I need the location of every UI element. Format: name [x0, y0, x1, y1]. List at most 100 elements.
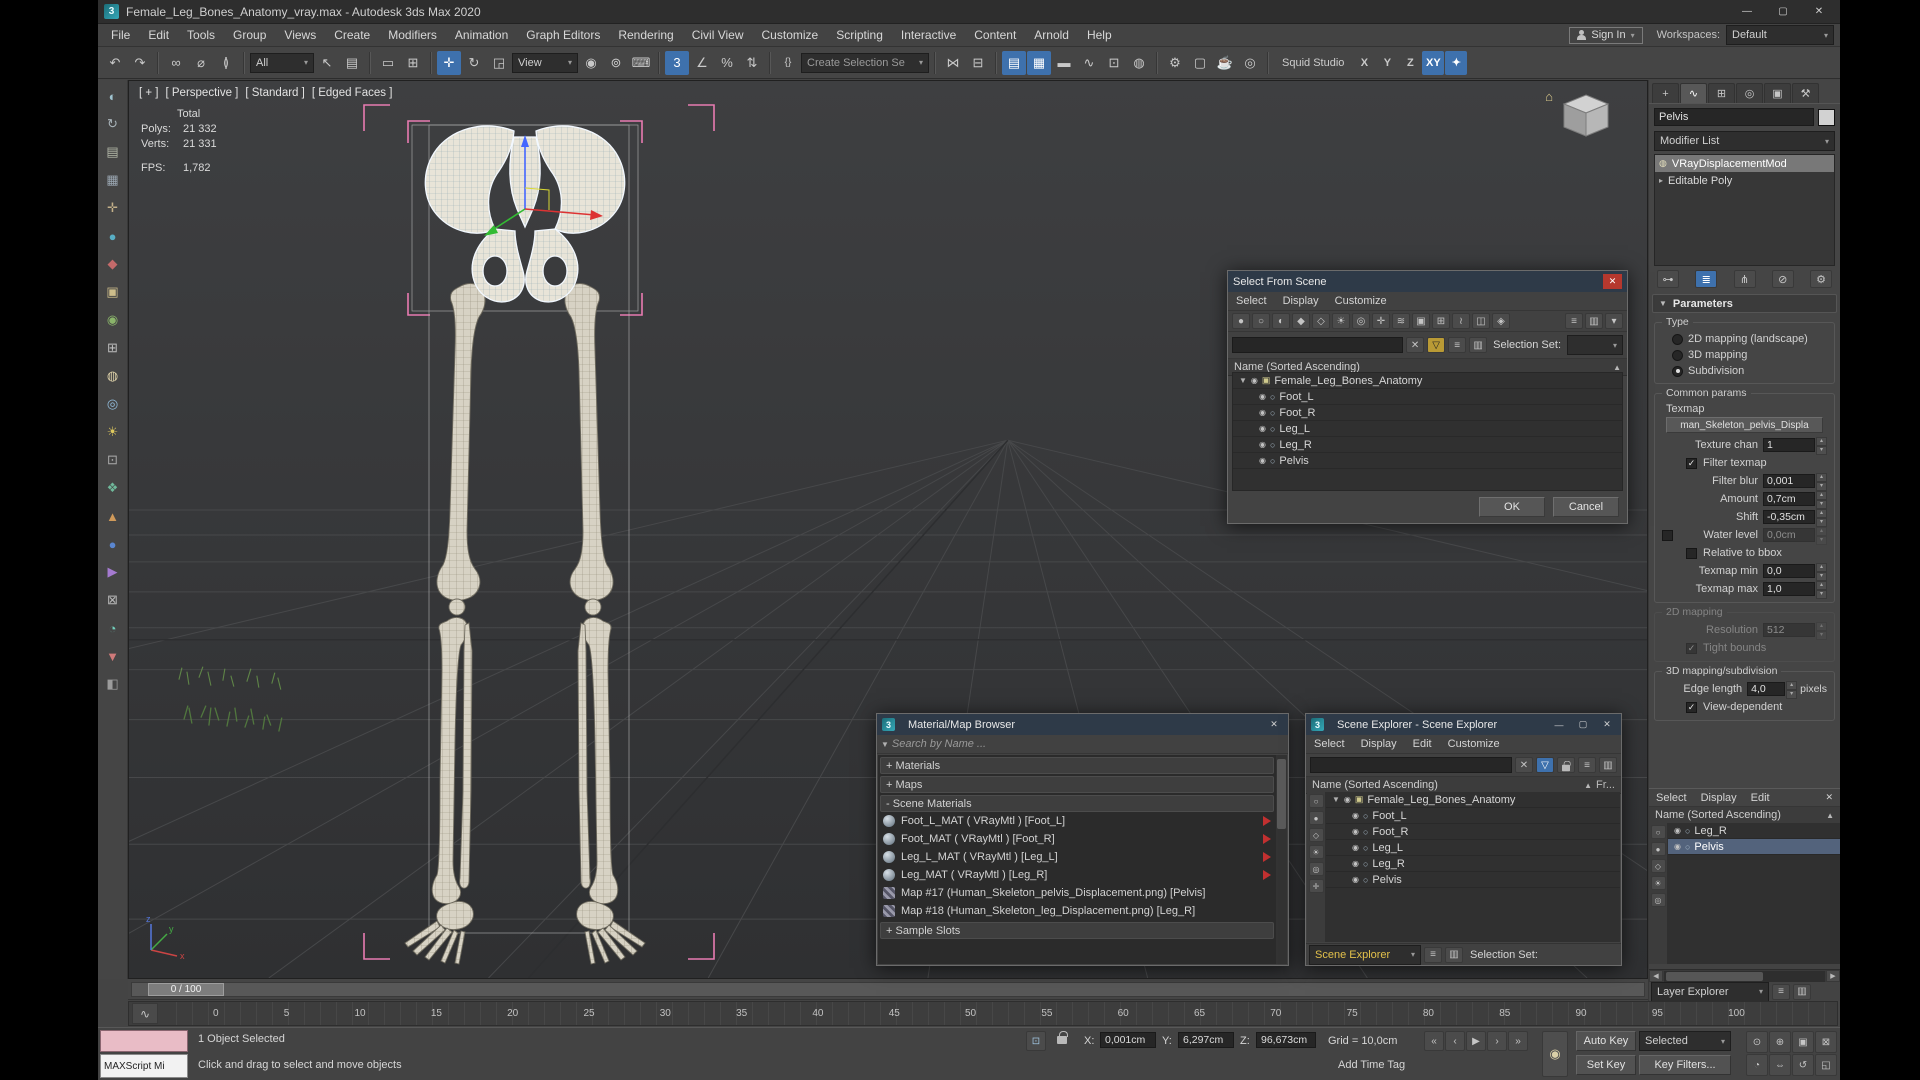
material-browser-titlebar[interactable]: 3 Material/Map Browser ✕ — [877, 714, 1288, 735]
rendered-frame-window-icon[interactable]: ▢ — [1188, 51, 1212, 75]
maxscript-macro-recorder[interactable] — [100, 1030, 188, 1052]
zoom-all-icon[interactable]: ⊕ — [1769, 1031, 1791, 1053]
left-tool-half-icon[interactable]: ◧ — [102, 673, 124, 695]
maximize-icon[interactable]: ▢ — [1574, 717, 1592, 732]
visibility-eye-icon[interactable]: ◉ — [1259, 408, 1266, 417]
sfs-menu-display[interactable]: Display — [1275, 295, 1327, 307]
axis-x-button[interactable]: X — [1353, 51, 1375, 75]
keyboard-override-icon[interactable]: ⌨ — [629, 51, 653, 75]
layer-object-row[interactable]: ◉ ○ Leg_R — [1668, 823, 1840, 839]
close-icon[interactable]: ✕ — [1265, 717, 1283, 732]
water-level-checkbox[interactable]: ✓ — [1662, 529, 1673, 541]
left-tool-star-icon[interactable]: ❖ — [102, 477, 124, 499]
sfs-list-view-icon[interactable]: ≡ — [1448, 337, 1467, 353]
view-dependent-checkbox[interactable]: ✓ View-dependent — [1658, 698, 1831, 716]
display-containers-icon[interactable]: ◫ — [1472, 313, 1490, 329]
expand-icon[interactable]: ▸ — [1659, 176, 1663, 185]
display-none-icon[interactable]: ○ — [1252, 313, 1270, 329]
undo-icon[interactable]: ↶ — [103, 51, 127, 75]
dock-display-none-icon[interactable]: ○ — [1650, 825, 1666, 839]
left-tool-dot-icon[interactable]: ● — [102, 533, 124, 555]
axis-xy-button[interactable]: XY — [1422, 50, 1445, 75]
visibility-eye-icon[interactable]: ◉ — [1259, 424, 1266, 433]
object-color-swatch[interactable] — [1818, 108, 1835, 126]
use-pivot-center-icon[interactable]: ◉ — [579, 51, 603, 75]
scene-materials-section-header[interactable]: - Scene Materials — [880, 795, 1274, 812]
menu-item[interactable]: Tools — [178, 24, 224, 46]
redo-icon[interactable]: ↷ — [128, 51, 152, 75]
se-sync-selection-icon[interactable]: ≡ — [1578, 757, 1596, 773]
render-iterative-icon[interactable]: ◎ — [1238, 51, 1262, 75]
display-shapes-icon[interactable]: ◇ — [1312, 313, 1330, 329]
zoom-icon[interactable]: ⊙ — [1746, 1031, 1768, 1053]
mirror-icon[interactable]: ⋈ — [941, 51, 965, 75]
visibility-eye-icon[interactable]: ◉ — [1352, 811, 1359, 820]
display-all-icon[interactable]: ● — [1232, 313, 1250, 329]
viewport-menu-shading[interactable]: [ Standard ] — [245, 87, 304, 99]
sfs-selection-set-combo[interactable]: ▾ — [1567, 335, 1623, 355]
toggle-layer-explorer-icon[interactable]: ▦ — [1027, 50, 1051, 75]
set-key-button[interactable]: Set Key — [1576, 1055, 1636, 1075]
make-unique-icon[interactable]: ⋔ — [1733, 270, 1756, 288]
menu-item[interactable]: Views — [275, 24, 325, 46]
zoom-extents-icon[interactable]: ▣ — [1792, 1031, 1814, 1053]
viewcube-home-icon[interactable]: ⌂ — [1545, 89, 1553, 104]
scene-object-row[interactable]: ◉ ○ Leg_R — [1326, 856, 1620, 872]
scene-root-row[interactable]: ▼ ◉ ▣ Female_Leg_Bones_Anatomy — [1233, 373, 1622, 389]
radio-subdivision[interactable]: Subdivision — [1658, 363, 1831, 379]
track-bar[interactable]: ∿ 0 5 10 15 20 25 30 35 40 45 50 55 60 65 70 75 80 85 90 95… — [128, 1001, 1838, 1026]
left-tool-box-icon[interactable]: ▣ — [102, 281, 124, 303]
collapse-icon[interactable]: ▼ — [1332, 795, 1340, 804]
menu-item[interactable]: Content — [965, 24, 1025, 46]
select-and-link-icon[interactable]: ∞ — [164, 51, 188, 75]
display-bones-icon[interactable]: ≀ — [1452, 313, 1470, 329]
modifier-enable-bulb-icon[interactable]: ◍ — [1659, 158, 1667, 169]
filter-texmap-checkbox[interactable]: ✓ Filter texmap — [1658, 454, 1831, 472]
se-display-geometry-icon[interactable]: ● — [1308, 811, 1324, 825]
left-tool-play-icon[interactable]: ▶ — [102, 561, 124, 583]
dock-menu-display[interactable]: Display — [1694, 792, 1744, 804]
bind-to-space-warp-icon[interactable]: ≬ — [214, 51, 238, 75]
dock-name-column-header[interactable]: Name (Sorted Ascending) — [1655, 809, 1781, 821]
axis-xyz-icon[interactable]: ✦ — [1445, 50, 1468, 75]
previous-frame-button[interactable]: ‹ — [1445, 1031, 1465, 1051]
y-coordinate-field[interactable]: 6,297cm — [1178, 1032, 1234, 1048]
maps-section-header[interactable]: + Maps — [880, 776, 1274, 793]
material-row[interactable]: Foot_L_MAT ( VRayMtl ) [Foot_L] — [878, 812, 1276, 830]
left-tool-add-icon[interactable]: ✛ — [102, 197, 124, 219]
edit-named-selection-sets-icon[interactable]: {} — [776, 51, 800, 75]
se-search-input[interactable] — [1310, 757, 1512, 773]
left-tool-grid-icon[interactable]: ▦ — [102, 169, 124, 191]
sfs-search-input[interactable] — [1232, 337, 1404, 353]
scene-object-row[interactable]: ◉ ○ Pelvis — [1233, 453, 1622, 469]
se-lock-icon[interactable] — [1557, 757, 1575, 773]
explorer-type-combo[interactable]: Scene Explorer ▾ — [1309, 944, 1421, 965]
toggle-scene-explorer-icon[interactable]: ▤ — [1002, 50, 1026, 75]
scene-object-row[interactable]: ◉ ○ Foot_L — [1326, 808, 1620, 824]
time-slider[interactable]: 0 / 100 — [128, 979, 1648, 1000]
material-row[interactable]: Leg_L_MAT ( VRayMtl ) [Leg_L] — [878, 848, 1276, 866]
close-button[interactable]: ✕ — [1804, 3, 1834, 21]
sign-in-button[interactable]: Sign In ▾ — [1569, 26, 1643, 44]
set-keys-button[interactable]: ◉ — [1542, 1031, 1568, 1077]
radio-2d-mapping[interactable]: 2D mapping (landscape) — [1658, 331, 1831, 347]
relative-to-bbox-checkbox[interactable]: ✓Relative to bbox — [1658, 544, 1831, 562]
menu-item[interactable]: Graph Editors — [517, 24, 609, 46]
display-xrefs-icon[interactable]: ⊞ — [1432, 313, 1450, 329]
tab-display-icon[interactable]: ▣ — [1764, 83, 1791, 103]
left-tool-material-icon[interactable]: ◆ — [102, 253, 124, 275]
left-tool-close-icon[interactable]: ⊠ — [102, 589, 124, 611]
dock-columns-icon[interactable]: ▥ — [1793, 983, 1811, 1000]
go-to-end-button[interactable]: » — [1508, 1031, 1528, 1051]
modifier-stack-row-vraydisplacementmod[interactable]: ◍ VRayDisplacementMod — [1655, 155, 1834, 172]
next-frame-button[interactable]: › — [1487, 1031, 1507, 1051]
select-and-rotate-icon[interactable]: ↻ — [462, 51, 486, 75]
auto-key-button[interactable]: Auto Key — [1576, 1031, 1636, 1051]
se-menu-edit[interactable]: Edit — [1405, 738, 1440, 750]
key-filters-button[interactable]: Key Filters... — [1639, 1055, 1731, 1075]
materials-section-header[interactable]: + Materials — [880, 757, 1274, 774]
tab-hierarchy-icon[interactable]: ⊞ — [1708, 83, 1735, 103]
se-display-shapes-icon[interactable]: ◇ — [1308, 828, 1324, 842]
shift-spinner[interactable]: ▴ ▾ — [1816, 509, 1827, 527]
ok-button[interactable]: OK — [1479, 497, 1545, 517]
